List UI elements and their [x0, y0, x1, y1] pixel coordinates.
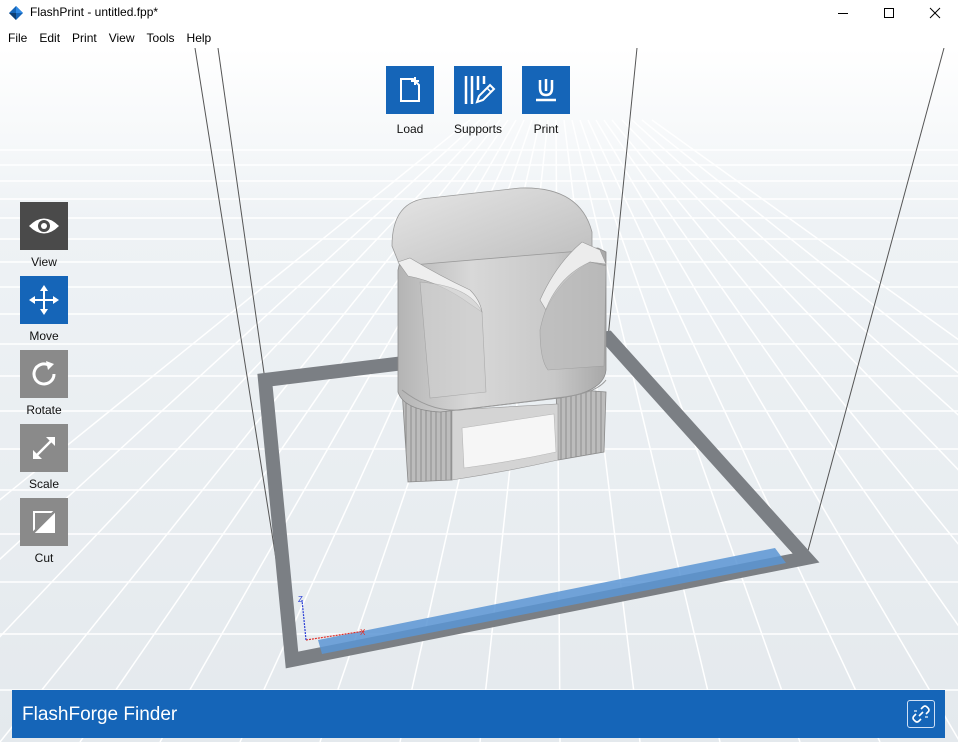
- scale-tool-button[interactable]: [20, 424, 68, 472]
- print-button[interactable]: [522, 66, 570, 114]
- supports-pencil-icon: [464, 76, 496, 104]
- print-label: Print: [533, 122, 559, 136]
- x-axis-label: X: [360, 628, 366, 637]
- 3d-viewport[interactable]: X Z Load Supports Print View Move Rotate…: [0, 48, 958, 742]
- printer-status-bar: FlashForge Finder: [12, 690, 945, 738]
- rotate-tool-button[interactable]: [20, 350, 68, 398]
- flashprint-diamond-icon: [9, 6, 23, 20]
- printer-name: FlashForge Finder: [22, 704, 178, 725]
- cut-tool-label: Cut: [34, 551, 54, 565]
- view-tool-label: View: [31, 255, 57, 269]
- scale-tool-label: Scale: [28, 477, 60, 491]
- close-button[interactable]: [912, 0, 958, 26]
- cut-plane-icon: [30, 508, 58, 536]
- close-icon: [929, 7, 941, 19]
- view-tool-button[interactable]: [20, 202, 68, 250]
- connect-printer-button[interactable]: [907, 700, 935, 728]
- title-bar: FlashPrint - untitled.fpp*: [0, 0, 958, 26]
- window-title: FlashPrint - untitled.fpp*: [30, 5, 159, 19]
- rotate-icon: [32, 361, 56, 386]
- menu-bar: File Edit Print View Tools Help: [0, 28, 958, 48]
- load-button[interactable]: [386, 66, 434, 114]
- eye-icon: [29, 218, 59, 234]
- menu-print[interactable]: Print: [66, 28, 103, 48]
- cut-tool-button[interactable]: [20, 498, 68, 546]
- model-object: [391, 187, 607, 483]
- menu-file[interactable]: File: [2, 28, 33, 48]
- scale-diagonal-icon: [33, 437, 55, 459]
- menu-help[interactable]: Help: [181, 28, 218, 48]
- menu-edit[interactable]: Edit: [33, 28, 66, 48]
- maximize-icon: [884, 8, 894, 18]
- move-tool-label: Move: [29, 329, 59, 343]
- move-tool-button[interactable]: [20, 276, 68, 324]
- load-file-icon: [400, 77, 420, 102]
- rotate-tool-label: Rotate: [26, 403, 62, 417]
- minimize-button[interactable]: [820, 0, 866, 26]
- minimize-icon: [838, 13, 848, 14]
- print-nozzle-icon: [536, 79, 556, 102]
- z-axis-label: Z: [298, 595, 303, 604]
- menu-tools[interactable]: Tools: [141, 28, 181, 48]
- menu-view[interactable]: View: [103, 28, 141, 48]
- link-icon: [912, 705, 930, 723]
- build-plate-scene: X Z: [0, 48, 958, 742]
- move-arrows-icon: [29, 285, 59, 315]
- supports-button[interactable]: [454, 66, 502, 114]
- maximize-button[interactable]: [866, 0, 912, 26]
